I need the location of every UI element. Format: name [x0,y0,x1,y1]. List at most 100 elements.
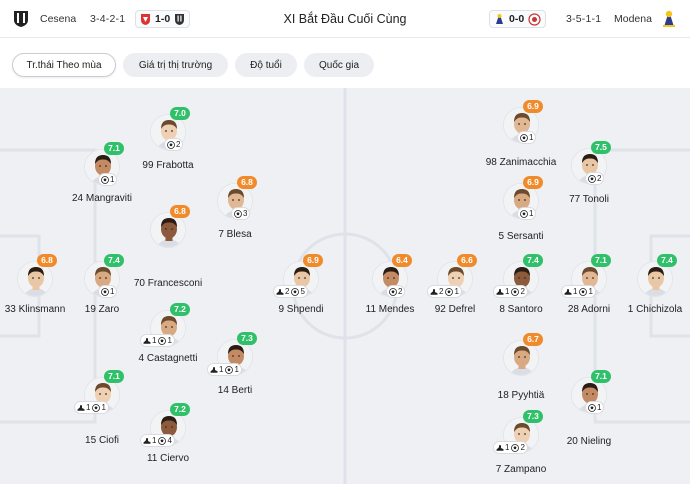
away-player[interactable]: 6.7 [503,333,543,376]
ball-icon [291,287,300,296]
event-count: 2 [398,287,403,296]
home-player[interactable]: 6.9 2 5 [273,254,323,298]
event-badge: 1 [225,365,239,374]
pitch: 6.8 33 Klinsmann 7.4 1 19 Zaro 7.1 1 24 Mangrav… [0,88,690,484]
tab-season-form[interactable]: Tr.thái Theo mùa [12,53,116,77]
player-name[interactable]: 24 Mangraviti [47,193,157,204]
event-count: 1 [86,403,91,412]
event-count: 1 [110,287,115,296]
event-badge: 2 [389,287,402,296]
event-badge: 1 [143,436,156,445]
event-count: 1 [454,287,459,296]
event-count: 1 [597,403,602,412]
lineup-header: Cesena 3-4-2-1 1-0 XI Bắt Đầu Cuối Cùng … [0,0,690,38]
event-badges: 11 [561,285,596,298]
player-name[interactable]: 19 Zaro [47,304,157,315]
event-count: 1 [573,287,578,296]
player-name[interactable]: 4 Castagnetti [113,353,223,364]
rating-badge: 7.1 [104,142,124,155]
event-count: 2 [285,287,290,296]
event-badges: 1 [585,401,605,414]
event-count: 1 [529,209,534,218]
rating-badge: 7.1 [591,254,611,267]
opponent-round-icon [528,12,541,26]
event-count: 1 [110,175,115,184]
ball-icon [579,287,588,296]
home-player[interactable]: 7.2 1 4 [140,403,190,447]
rating-badge: 6.9 [303,254,323,267]
event-badge: 2 [588,174,601,183]
event-count: 1 [505,443,510,452]
home-player[interactable]: 6.8 3 [217,176,257,220]
rating-badge: 6.6 [457,254,477,267]
away-player[interactable]: 6.4 2 [372,254,412,298]
event-count: 4 [167,436,172,445]
home-player[interactable]: 7.0 2 [150,107,190,151]
away-player[interactable]: 6.9 1 [503,176,543,220]
event-count: 1 [505,287,510,296]
away-team-name[interactable]: Modena [614,13,652,25]
away-player[interactable]: 7.1 1 1 [561,254,611,298]
event-badge: 2 [430,287,443,296]
event-count: 1 [152,336,157,345]
event-count: 2 [597,174,602,183]
home-player[interactable]: 7.2 1 1 [140,303,190,347]
player-name[interactable]: 5 Sersanti [466,231,576,242]
tab-market-value[interactable]: Giá trị thị trường [123,53,228,77]
rating-badge: 7.1 [104,370,124,383]
player-name[interactable]: 99 Frabotta [113,160,223,171]
player-name[interactable]: 70 Francesconi [133,278,203,290]
ball-icon [520,209,528,218]
player-name[interactable]: 7 Zampano [466,464,576,475]
boot-icon [143,437,151,444]
player-name[interactable]: 77 Tonoli [534,194,644,205]
away-player[interactable]: 6.9 1 [503,100,543,144]
rating-badge: 7.0 [170,107,190,120]
event-count: 1 [167,336,172,345]
rating-badge: 7.3 [237,332,257,345]
away-player[interactable]: 7.3 1 2 [493,410,543,454]
rating-badge: 6.8 [237,176,257,189]
rating-badge: 7.2 [170,303,190,316]
home-player[interactable]: 7.3 1 1 [207,332,257,376]
away-player[interactable]: 7.1 1 [571,370,611,414]
event-badges: 12 [493,285,528,298]
event-badges: 11 [140,334,175,347]
player-face-icon [504,341,538,375]
event-badges: 11 [74,401,109,414]
ball-icon [520,133,528,142]
home-player[interactable]: 6.8 [17,254,57,297]
ball-icon [225,365,234,374]
player-name[interactable]: 14 Berti [180,385,290,396]
tab-age[interactable]: Độ tuổi [235,53,297,77]
event-count: 1 [152,436,157,445]
away-player[interactable]: 6.6 2 1 [427,254,477,298]
event-badge: 1 [520,209,533,218]
tab-nationality[interactable]: Quốc gia [304,53,374,77]
event-badge: 2 [167,140,180,149]
away-player[interactable]: 7.4 [637,254,677,297]
player-name[interactable]: 1 Chichizola [600,304,690,315]
away-player[interactable]: 7.5 2 [571,141,611,185]
home-player[interactable]: 7.1 1 1 [74,370,124,414]
boot-icon [143,337,151,344]
away-player[interactable]: 7.4 1 2 [493,254,543,298]
home-player[interactable]: 7.4 1 [84,254,124,298]
player-name[interactable]: 98 Zanimacchia [466,157,576,168]
player-name[interactable]: 11 Ciervo [113,453,223,464]
rating-badge: 6.8 [170,205,190,218]
event-badge: 4 [158,436,172,445]
event-badges: 3 [231,207,251,220]
event-count: 2 [439,287,444,296]
boot-icon [276,288,284,295]
event-count: 1 [234,365,239,374]
player-name[interactable]: 20 Nieling [534,436,644,447]
modena-logo-icon[interactable] [660,10,678,28]
ball-icon [511,443,520,452]
event-count: 1 [101,403,106,412]
event-badges: 1 [517,207,537,220]
away-h2h-score[interactable]: 0-0 [489,10,547,28]
player-name[interactable]: 18 Pyyhtiä [466,390,576,401]
player-name[interactable]: 7 Blesa [180,229,290,240]
ball-icon [92,403,101,412]
